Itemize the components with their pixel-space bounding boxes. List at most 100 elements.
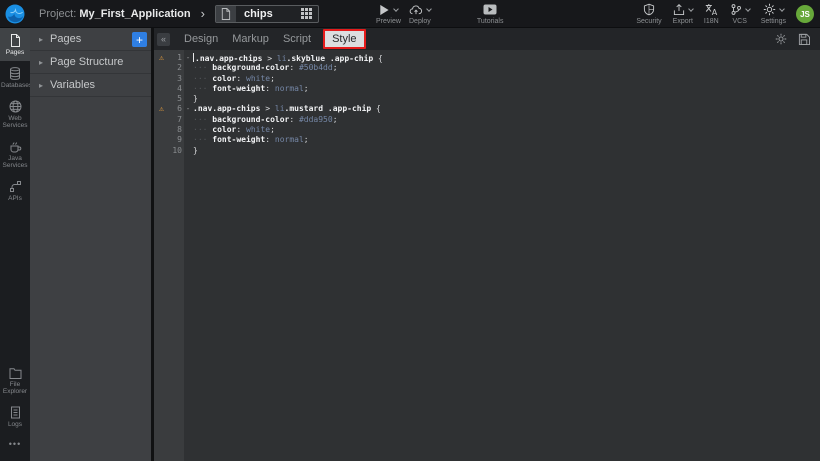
panel-row-label: Variables <box>50 79 95 91</box>
coffee-icon <box>9 140 22 153</box>
project-name[interactable]: My_First_Application <box>79 8 190 20</box>
code-text: ··· color: white; <box>192 125 275 135</box>
collapse-panel-button[interactable]: « <box>157 33 170 46</box>
code-line[interactable]: 2 ··· background-color: #50b4dd; <box>154 63 820 73</box>
preview-button[interactable]: Preview <box>372 0 405 28</box>
chevron-right-icon[interactable]: ▸ <box>39 35 43 44</box>
line-number: 10 <box>169 146 184 156</box>
fold-toggle-icon[interactable]: - <box>184 53 192 63</box>
code-line[interactable]: ⚠6-.nav.app-chips > li.mustard .app-chip… <box>154 104 820 114</box>
app-logo[interactable] <box>0 4 30 24</box>
deploy-button[interactable]: Deploy <box>405 0 435 28</box>
chevron-down-icon[interactable] <box>394 6 400 12</box>
panel-row-page-structure[interactable]: ▸ Page Structure <box>30 51 151 74</box>
logs-icon <box>10 406 21 419</box>
wavemaker-logo-icon <box>5 4 25 24</box>
warning-icon[interactable]: ⚠ <box>154 53 169 63</box>
tab-markup[interactable]: Markup <box>232 33 269 45</box>
code-token-ele: li <box>277 54 287 63</box>
i18n-button[interactable]: A I18N <box>700 0 723 28</box>
code-line[interactable]: 5} <box>154 94 820 104</box>
deploy-label: Deploy <box>409 18 431 26</box>
code-token-plain: } <box>193 94 198 103</box>
text-cursor <box>193 53 194 62</box>
sidebar-item-label: Databases <box>1 82 29 89</box>
line-number: 1 <box>169 53 184 63</box>
line-number: 3 <box>169 74 184 84</box>
code-line[interactable]: 7··· background-color: #dda950; <box>154 115 820 125</box>
vcs-button[interactable]: VCS <box>726 0 754 28</box>
settings-button[interactable]: Settings <box>757 0 790 28</box>
svg-text:A: A <box>712 8 718 16</box>
tutorials-button[interactable]: Tutorials <box>473 0 508 28</box>
gutter-fold-cell <box>184 84 192 94</box>
code-token-val: white <box>246 74 270 83</box>
user-avatar[interactable]: JS <box>796 5 814 23</box>
code-token-plain: > <box>262 54 276 63</box>
code-line[interactable]: 8 ··· color: white; <box>154 125 820 135</box>
tab-design[interactable]: Design <box>184 33 218 45</box>
chevron-down-icon[interactable] <box>779 6 785 12</box>
css-code-editor[interactable]: ⚠1-.nav.app-chips > li.skyblue .app-chip… <box>154 50 820 461</box>
line-number: 4 <box>169 84 184 94</box>
sidebar-item-file-explorer[interactable]: File Explorer <box>0 362 30 400</box>
sidebar-item-pages[interactable]: Pages <box>0 28 30 61</box>
tab-style[interactable]: Style <box>323 29 365 49</box>
chevron-right-icon[interactable]: ▸ <box>39 81 43 90</box>
page-icon <box>9 34 21 47</box>
code-text: ··· font-weight: normal; <box>192 135 309 145</box>
save-button[interactable] <box>798 33 810 45</box>
project-breadcrumb: Project: My_First_Application <box>39 8 191 20</box>
pages-panel: ▸ Pages + ▸ Page Structure ▸ Variables <box>30 28 154 461</box>
panel-row-variables[interactable]: ▸ Variables <box>30 74 151 97</box>
code-line[interactable]: ⚠1-.nav.app-chips > li.skyblue .app-chip… <box>154 53 820 63</box>
add-page-button[interactable]: + <box>132 32 147 47</box>
sidebar-item-more[interactable]: ••• <box>0 433 30 461</box>
code-line[interactable]: 4··· font-weight: normal; <box>154 84 820 94</box>
workspace: Pages Databases Web Services <box>0 28 820 461</box>
chevron-down-icon[interactable] <box>688 6 694 12</box>
line-number: 2 <box>169 63 184 73</box>
security-button[interactable]: Security <box>632 0 665 28</box>
chevron-down-icon[interactable] <box>745 6 751 12</box>
code-token-prop: background-color <box>212 63 289 72</box>
wavemaker-studio: Project: My_First_Application › chips <box>0 0 820 461</box>
shield-icon <box>643 3 655 16</box>
gutter-warn-cell <box>154 84 169 94</box>
code-token-val: #dda950 <box>299 115 333 124</box>
code-token-plain: : <box>289 115 299 124</box>
export-upload-icon <box>673 3 685 16</box>
left-sidebar: Pages Databases Web Services <box>0 28 30 461</box>
export-label: Export <box>673 18 693 26</box>
code-line[interactable]: 10} <box>154 146 820 156</box>
sidebar-item-apis[interactable]: APIs <box>0 174 30 207</box>
tutorials-label: Tutorials <box>477 18 504 26</box>
grid-icon[interactable] <box>301 8 312 19</box>
code-text: ··· background-color: #50b4dd; <box>192 63 338 73</box>
code-line[interactable]: 3··· color: white; <box>154 74 820 84</box>
sidebar-item-java-services[interactable]: Java Services <box>0 134 30 174</box>
gutter-warn-cell <box>154 63 169 73</box>
editor-settings-button[interactable] <box>775 33 787 45</box>
code-line[interactable]: 9 ··· font-weight: normal; <box>154 135 820 145</box>
fold-toggle-icon[interactable]: - <box>184 104 192 114</box>
code-token-sel: .mustard .app-chip <box>285 104 372 113</box>
chevron-right-icon[interactable]: ▸ <box>39 58 43 67</box>
code-token-plain: : <box>265 135 275 144</box>
panel-row-pages[interactable]: ▸ Pages + <box>30 28 151 51</box>
export-button[interactable]: Export <box>669 0 697 28</box>
sidebar-item-web-services[interactable]: Web Services <box>0 94 30 134</box>
open-page-tab[interactable]: chips <box>215 5 319 23</box>
line-number: 9 <box>169 135 184 145</box>
warning-icon[interactable]: ⚠ <box>154 104 169 114</box>
sidebar-item-databases[interactable]: Databases <box>0 61 30 94</box>
sidebar-item-logs[interactable]: Logs <box>0 400 30 433</box>
line-number: 7 <box>169 115 184 125</box>
line-number: 8 <box>169 125 184 135</box>
tab-script[interactable]: Script <box>283 33 311 45</box>
sidebar-item-label: Pages <box>1 49 29 56</box>
editor-tab-bar: « Design Markup Script Style <box>154 28 820 50</box>
chevron-down-icon[interactable] <box>426 6 432 12</box>
gutter-warn-cell <box>154 115 169 125</box>
code-token-prop: color <box>212 125 236 134</box>
